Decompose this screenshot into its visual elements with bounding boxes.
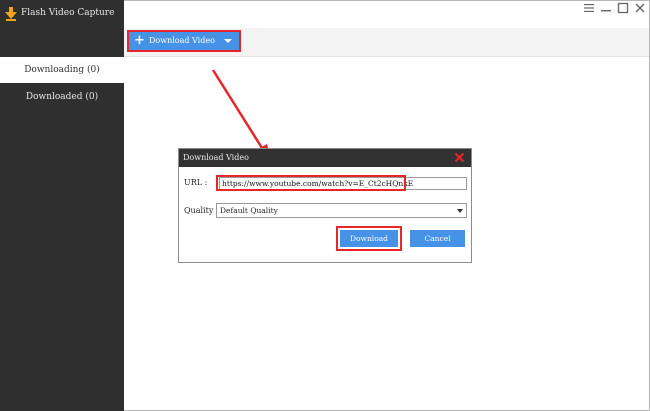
quality-select[interactable]: Default Quality xyxy=(216,203,467,218)
url-label: URL : xyxy=(184,178,208,187)
chevron-down-icon[interactable] xyxy=(224,39,232,43)
sidebar: Flash Video Capture Downloading (0) Down… xyxy=(0,0,124,411)
cancel-button[interactable]: Cancel xyxy=(410,230,465,247)
dialog-title: Download Video xyxy=(183,153,249,162)
download-arrow-icon xyxy=(5,7,17,21)
minimize-icon[interactable] xyxy=(600,2,612,14)
download-button[interactable]: Download xyxy=(340,230,398,247)
app-title: Flash Video Capture xyxy=(21,8,115,18)
maximize-icon[interactable] xyxy=(617,2,629,14)
window-controls xyxy=(583,2,646,16)
quality-label: Quality xyxy=(184,206,214,215)
sidebar-item-downloaded[interactable]: Downloaded (0) xyxy=(0,84,124,110)
toolbar: + Download Video xyxy=(124,28,649,57)
quality-selected-value: Default Quality xyxy=(220,206,278,215)
sidebar-item-downloading[interactable]: Downloading (0) xyxy=(0,57,124,83)
download-video-dialog: Download Video URL : Quality Default Qua… xyxy=(178,148,472,263)
menu-icon[interactable] xyxy=(583,2,595,14)
download-video-button[interactable]: + Download Video xyxy=(127,30,241,52)
dialog-header: Download Video xyxy=(179,149,471,167)
download-video-label: Download Video xyxy=(149,36,215,45)
chevron-down-icon xyxy=(457,209,463,213)
url-highlight xyxy=(216,175,406,191)
close-icon[interactable] xyxy=(454,152,465,163)
close-icon[interactable] xyxy=(634,2,646,14)
plus-icon: + xyxy=(134,33,145,48)
app-title-bar: Flash Video Capture xyxy=(0,0,124,28)
